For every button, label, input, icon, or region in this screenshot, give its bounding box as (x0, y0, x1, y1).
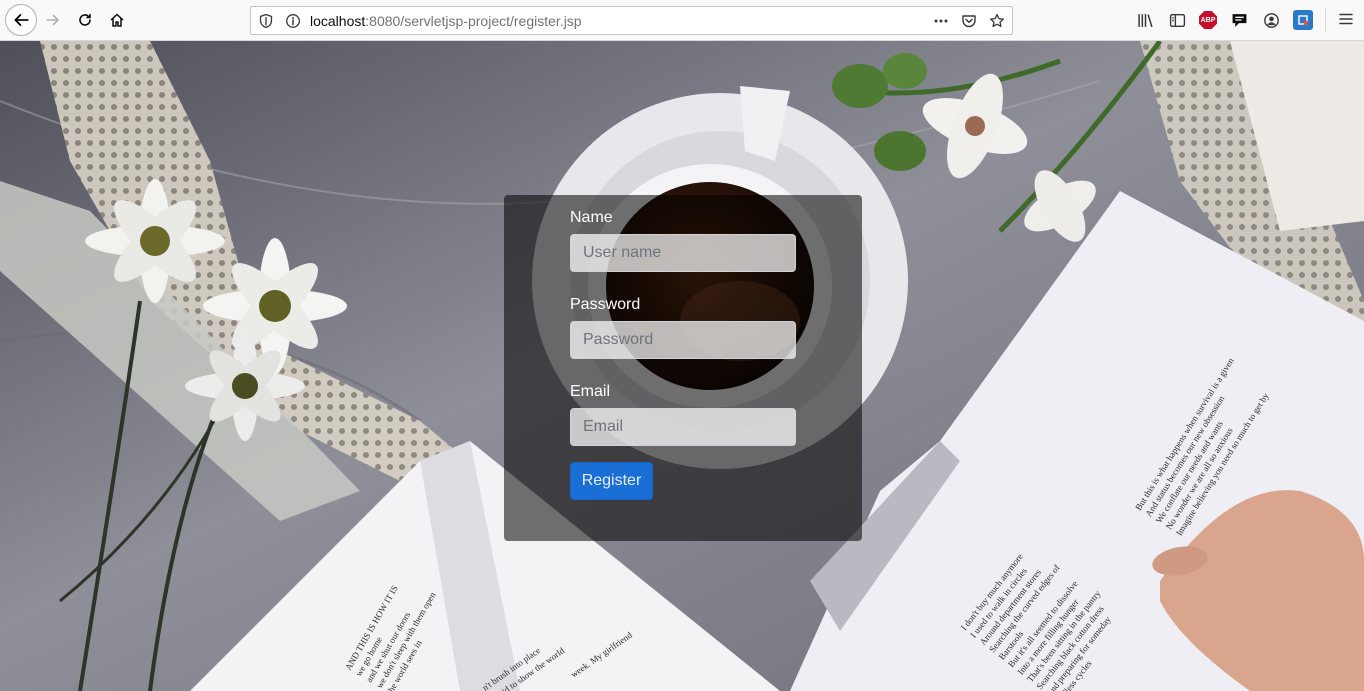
email-label: Email (570, 383, 611, 400)
blue-extension-icon[interactable] (1293, 10, 1313, 30)
forward-button[interactable] (39, 6, 67, 34)
url-host: localhost (310, 13, 366, 29)
site-info-icon[interactable] (285, 13, 301, 29)
toolbar-right: ABP (1135, 10, 1313, 30)
name-label: Name (570, 209, 613, 226)
username-input[interactable] (570, 234, 796, 272)
password-input[interactable] (570, 321, 796, 359)
url-text[interactable]: localhost:8080/servletjsp-project/regist… (310, 13, 582, 29)
speech-bubble-extension-icon[interactable] (1229, 10, 1249, 30)
url-path: :8080/servletjsp-project/register.jsp (365, 13, 582, 29)
hamburger-menu-icon[interactable] (1338, 11, 1356, 29)
password-label: Password (570, 296, 641, 313)
register-button[interactable]: Register (570, 462, 653, 500)
page-actions-icon[interactable] (932, 12, 950, 30)
account-icon[interactable] (1261, 10, 1281, 30)
register-form: Name Password Email Register (504, 195, 862, 541)
home-icon (110, 13, 124, 27)
url-actions (932, 12, 1006, 30)
email-input[interactable] (570, 408, 796, 446)
sidebar-icon[interactable] (1167, 10, 1187, 30)
browser-toolbar: localhost:8080/servletjsp-project/regist… (0, 0, 1364, 41)
toolbar-separator (1325, 8, 1326, 32)
arrow-left-icon (14, 14, 29, 26)
adblock-plus-icon[interactable]: ABP (1199, 11, 1217, 29)
reload-button[interactable] (71, 6, 99, 34)
url-bar[interactable]: localhost:8080/servletjsp-project/regist… (250, 6, 1013, 35)
bookmark-star-icon[interactable] (988, 12, 1006, 30)
back-button[interactable] (5, 4, 37, 36)
reload-icon (79, 13, 91, 26)
pocket-icon[interactable] (960, 12, 978, 30)
arrow-right-icon (46, 14, 59, 26)
tracking-shield-icon[interactable] (258, 13, 274, 29)
library-icon[interactable] (1135, 10, 1155, 30)
register-page: AND THIS IS HOW IT IS we go home and we … (0, 41, 1364, 691)
home-button[interactable] (103, 6, 131, 34)
